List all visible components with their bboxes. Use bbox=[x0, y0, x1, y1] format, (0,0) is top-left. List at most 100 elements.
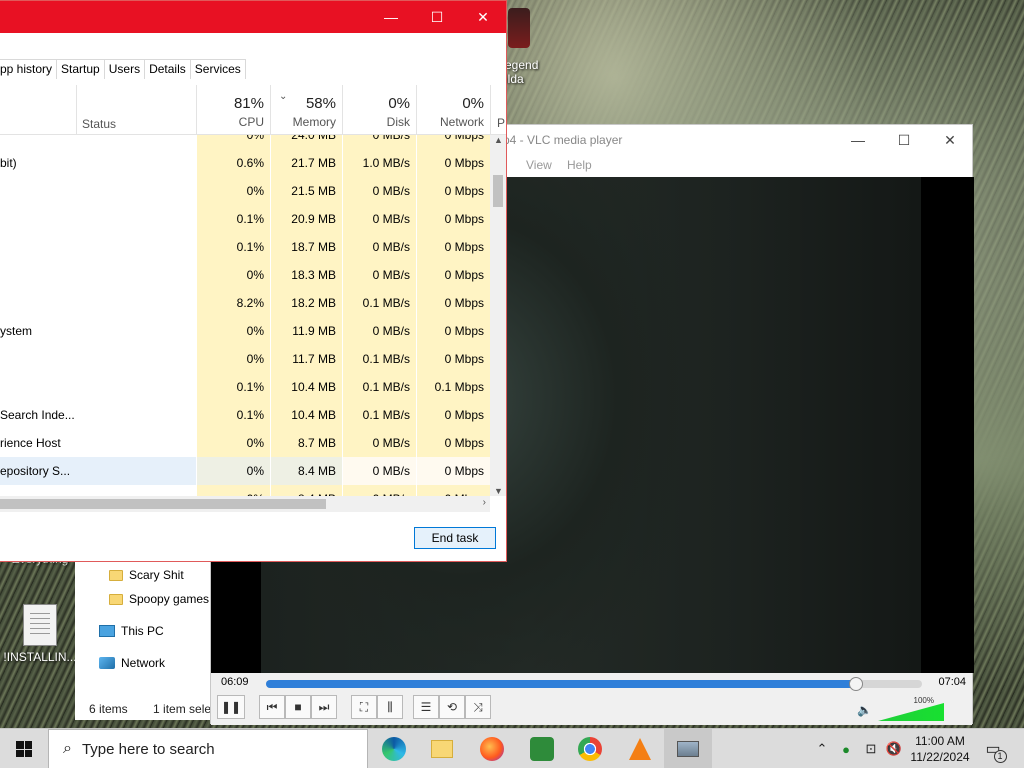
file-explorer-icon[interactable] bbox=[418, 729, 466, 768]
process-mem-cell: 21.5 MB bbox=[270, 177, 342, 205]
close-button[interactable]: ✕ bbox=[460, 1, 506, 33]
tab-users[interactable]: Users bbox=[104, 59, 146, 79]
legend-label-line2: ilda bbox=[505, 72, 524, 86]
start-button[interactable] bbox=[0, 729, 48, 768]
scroll-down-icon[interactable]: ▼ bbox=[494, 486, 503, 496]
horizontal-scrollbar[interactable]: › bbox=[0, 496, 490, 512]
fullscreen-button[interactable]: ⛶ bbox=[351, 695, 377, 719]
chrome-icon[interactable] bbox=[566, 729, 614, 768]
nav-item-scary-shit[interactable]: Scary Shit bbox=[109, 564, 184, 586]
taskbar: ⌕ Type here to search ⌃ ● ⊡ 🔇 11:00 AM 1… bbox=[0, 728, 1024, 768]
process-row[interactable]: 0.1% 18.7 MB 0 MB/s 0 Mbps bbox=[0, 233, 490, 261]
volume-slider[interactable] bbox=[878, 703, 944, 721]
nav-item-spoopy-games[interactable]: Spoopy games bbox=[109, 588, 209, 610]
process-net-cell: 0 Mbps bbox=[416, 233, 490, 261]
previous-button[interactable]: ⏮ bbox=[259, 695, 285, 719]
stop-button[interactable]: ■ bbox=[285, 695, 311, 719]
green-app-icon[interactable] bbox=[518, 729, 566, 768]
process-row[interactable]: 0%8.4 MB0 MB/s0 Mbps bbox=[0, 485, 490, 496]
clock[interactable]: 11:00 AM 11/22/2024 bbox=[905, 733, 975, 765]
vertical-scroll-thumb[interactable] bbox=[493, 175, 503, 207]
process-row[interactable]: 0.1% 10.4 MB 0.1 MB/s 0.1 Mbps bbox=[0, 373, 490, 401]
extended-settings-button[interactable]: ⫼ bbox=[377, 695, 403, 719]
installer-desktop-icon[interactable]: !INSTALLIN... bbox=[0, 604, 80, 664]
horizontal-scroll-thumb[interactable] bbox=[0, 499, 326, 509]
playlist-button[interactable]: ☰ bbox=[413, 695, 439, 719]
task-manager-tabs: pp history Startup Users Details Service… bbox=[0, 59, 246, 79]
tab-app-history[interactable]: pp history bbox=[0, 59, 58, 79]
cpu-label: CPU bbox=[238, 115, 264, 129]
shuffle-button[interactable]: ⤨ bbox=[465, 695, 491, 719]
scroll-right-icon[interactable]: › bbox=[483, 497, 486, 508]
show-hidden-icons-icon[interactable]: ⌃ bbox=[812, 729, 832, 768]
column-power-partial[interactable]: P bbox=[497, 116, 505, 130]
process-name: Search Inde... bbox=[0, 408, 75, 422]
process-row[interactable]: 0% 11.7 MB 0.1 MB/s 0 Mbps bbox=[0, 345, 490, 373]
process-row[interactable]: 0% 21.5 MB 0 MB/s 0 Mbps bbox=[0, 177, 490, 205]
photos-icon[interactable] bbox=[664, 729, 712, 768]
process-mem-cell: 21.7 MB bbox=[270, 149, 342, 177]
menu-help[interactable]: Help bbox=[567, 158, 592, 172]
seek-bar[interactable] bbox=[266, 677, 922, 691]
minimize-button[interactable]: — bbox=[368, 1, 414, 33]
process-row[interactable]: 0% 18.3 MB 0 MB/s 0 Mbps bbox=[0, 261, 490, 289]
column-memory[interactable]: ⌄ 58% Memory bbox=[270, 85, 342, 135]
tab-services[interactable]: Services bbox=[190, 59, 246, 79]
vlc-maximize-button[interactable]: ☐ bbox=[881, 125, 927, 155]
tab-startup[interactable]: Startup bbox=[57, 59, 105, 79]
vlc-close-button[interactable]: ✕ bbox=[927, 125, 973, 155]
clock-date: 11/22/2024 bbox=[910, 750, 970, 764]
process-row[interactable]: 8.2% 18.2 MB 0.1 MB/s 0 Mbps bbox=[0, 289, 490, 317]
column-disk[interactable]: 0% Disk bbox=[342, 85, 416, 135]
process-row[interactable]: 0.1% 20.9 MB 0 MB/s 0 Mbps bbox=[0, 205, 490, 233]
end-task-button[interactable]: End task bbox=[414, 527, 496, 549]
volume-muted-icon[interactable]: 🔇 bbox=[884, 729, 904, 768]
process-cpu-cell: 0% bbox=[196, 429, 270, 457]
scroll-up-icon[interactable]: ▲ bbox=[494, 135, 503, 145]
process-row[interactable]: bit) 0.6% 21.7 MB 1.0 MB/s 0 Mbps bbox=[0, 149, 490, 177]
nav-item-this-pc[interactable]: This PC bbox=[99, 620, 164, 642]
loop-button[interactable]: ⟲ bbox=[439, 695, 465, 719]
next-button[interactable]: ⏭ bbox=[311, 695, 337, 719]
process-net-cell: 0 Mbps bbox=[416, 485, 490, 496]
seek-handle[interactable] bbox=[849, 677, 864, 691]
process-cpu-cell: 0% bbox=[196, 345, 270, 373]
process-name: ystem bbox=[0, 324, 33, 338]
vlc-minimize-button[interactable]: — bbox=[835, 125, 881, 155]
folder-icon bbox=[109, 593, 123, 605]
column-network[interactable]: 0% Network bbox=[416, 85, 490, 135]
column-status[interactable]: Status bbox=[82, 117, 116, 131]
process-net-cell: 0 Mbps bbox=[416, 317, 490, 345]
clock-time: 11:00 AM bbox=[915, 734, 965, 748]
total-time: 07:04 bbox=[938, 676, 966, 688]
nav-item-label: Spoopy games bbox=[129, 592, 210, 606]
network-total: 0% bbox=[462, 95, 484, 112]
taskbar-search[interactable]: ⌕ Type here to search bbox=[48, 729, 368, 768]
vlc-controls: 06:09 07:04 ❚❚ ⏮ ■ ⏭ ⛶ ⫼ ☰ ⟲ ⤨ 🔈 100% bbox=[211, 673, 972, 725]
network-tray-icon[interactable]: ⊡ bbox=[860, 729, 882, 768]
task-manager-titlebar[interactable]: — ☐ ✕ bbox=[0, 1, 506, 33]
process-mem-cell: 10.4 MB bbox=[270, 373, 342, 401]
menu-view[interactable]: View bbox=[526, 158, 552, 172]
volume-icon[interactable]: 🔈 bbox=[857, 703, 872, 717]
process-row[interactable]: 0% 24.0 MB 0 MB/s 0 Mbps bbox=[0, 135, 490, 149]
process-row[interactable]: ystem 0% 11.9 MB 0 MB/s 0 Mbps bbox=[0, 317, 490, 345]
firefox-icon[interactable] bbox=[468, 729, 516, 768]
process-row[interactable]: Search Inde... 0.1% 10.4 MB 0.1 MB/s 0 Mbps bbox=[0, 401, 490, 429]
legend-icon[interactable] bbox=[508, 8, 530, 48]
vertical-scrollbar[interactable]: ▲ ▼ bbox=[490, 135, 506, 496]
notification-center-icon[interactable]: ▭ 1 bbox=[980, 729, 1007, 768]
pause-button[interactable]: ❚❚ bbox=[217, 695, 245, 719]
column-cpu[interactable]: 81% CPU bbox=[196, 85, 270, 135]
nav-item-network[interactable]: Network bbox=[99, 652, 165, 674]
process-table-header: Status 81% CPU ⌄ 58% Memory 0% Disk 0% N… bbox=[0, 85, 506, 135]
process-row[interactable]: rience Host 0% 8.7 MB 0 MB/s 0 Mbps bbox=[0, 429, 490, 457]
vlc-icon[interactable] bbox=[616, 729, 664, 768]
user-status-icon[interactable]: ● bbox=[836, 729, 856, 768]
cpu-total: 81% bbox=[233, 95, 264, 112]
edge-icon[interactable] bbox=[370, 729, 418, 768]
maximize-button[interactable]: ☐ bbox=[414, 1, 460, 33]
process-row[interactable]: epository S... 0% 8.4 MB 0 MB/s 0 Mbps bbox=[0, 457, 490, 485]
nav-item-label: This PC bbox=[121, 624, 164, 638]
tab-details[interactable]: Details bbox=[145, 59, 191, 79]
